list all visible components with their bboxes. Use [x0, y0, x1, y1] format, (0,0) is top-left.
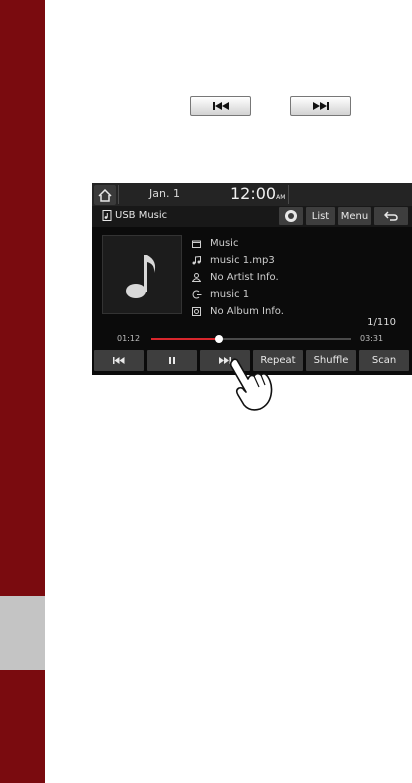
time-text: 12:00 [230, 184, 277, 203]
folder-name: Music [210, 238, 239, 249]
date-text: Jan. 1 [149, 187, 180, 200]
sound-logo-icon [285, 210, 297, 222]
back-icon [384, 211, 398, 221]
progress-fill [151, 338, 219, 340]
section-index-tab [0, 596, 45, 670]
info-album-row: No Album Info. [192, 303, 284, 320]
seek-forward-icon [312, 102, 329, 110]
progress-bar[interactable] [151, 335, 351, 343]
divider [118, 185, 119, 204]
home-icon [98, 188, 112, 202]
artist-name: No Artist Info. [210, 272, 279, 283]
folder-icon [192, 240, 201, 248]
info-file-row: music 1.mp3 [192, 252, 284, 269]
divider [288, 185, 289, 204]
pointing-hand-illustration [229, 358, 273, 411]
track-counter: 1/110 [367, 317, 396, 328]
total-time: 03:31 [360, 334, 384, 343]
source-title: USB Music [102, 210, 167, 221]
song-title-icon [192, 290, 202, 299]
elapsed-time: 01:12 [117, 334, 141, 343]
head-unit-screen: Jan. 1 12:00AM USB Music List Menu Music… [92, 183, 412, 375]
menu-button[interactable]: Menu [338, 207, 371, 225]
source-bar: USB Music List Menu [92, 206, 412, 227]
pause-button[interactable] [147, 350, 197, 371]
clock: 12:00AM [230, 184, 285, 203]
sound-settings-button[interactable] [279, 207, 303, 225]
shuffle-button[interactable]: Shuffle [306, 350, 356, 371]
hardware-seek-forward-button[interactable] [290, 96, 351, 116]
list-button[interactable]: List [306, 207, 335, 225]
album-art [102, 235, 182, 314]
previous-track-button[interactable] [94, 350, 144, 371]
usb-music-icon [102, 210, 112, 221]
previous-track-icon [113, 357, 125, 364]
ampm-text: AM [276, 194, 286, 201]
track-info: Music music 1.mp3 No Artist Info. music … [192, 235, 284, 320]
song-title: music 1 [210, 289, 250, 300]
file-name: music 1.mp3 [210, 255, 275, 266]
status-bar: Jan. 1 12:00AM [92, 183, 412, 206]
seek-back-icon [212, 102, 229, 110]
album-name: No Album Info. [210, 306, 284, 317]
info-folder-row: Music [192, 235, 284, 252]
pause-icon [169, 357, 175, 364]
home-button[interactable] [94, 185, 116, 205]
info-title-row: music 1 [192, 286, 284, 303]
artist-icon [192, 273, 201, 282]
progress-handle[interactable] [215, 335, 223, 343]
manual-side-tab-bar [0, 0, 45, 783]
album-icon [192, 307, 201, 316]
music-note-icon [126, 254, 156, 298]
source-label: USB Music [115, 210, 168, 221]
scan-button[interactable]: Scan [359, 350, 409, 371]
back-button[interactable] [374, 207, 408, 225]
hardware-seek-back-button[interactable] [190, 96, 251, 116]
info-artist-row: No Artist Info. [192, 269, 284, 286]
music-file-icon [192, 256, 201, 265]
